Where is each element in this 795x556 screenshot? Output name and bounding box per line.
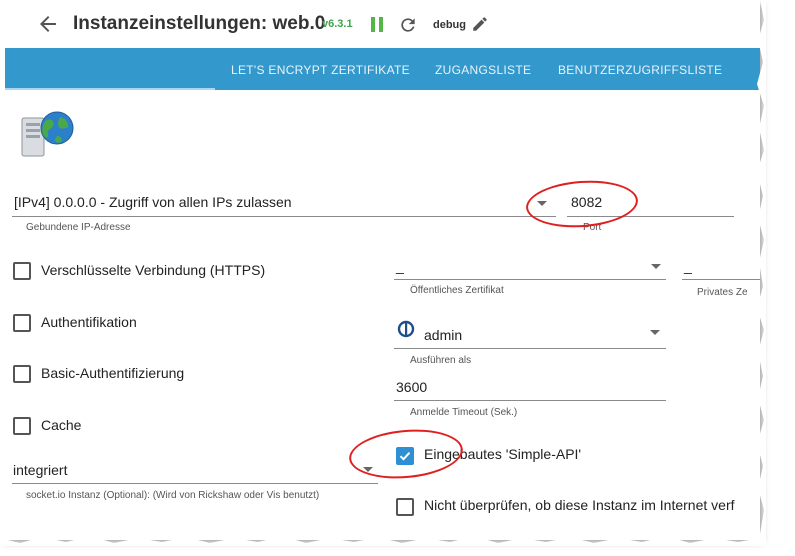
- server-globe-icon: [21, 111, 74, 157]
- timeout-label: Anmelde Timeout (Sek.): [410, 407, 518, 418]
- bind-ip-select[interactable]: [12, 216, 556, 217]
- public-cert-dropdown-icon[interactable]: [651, 264, 661, 269]
- private-cert-select[interactable]: [682, 279, 760, 280]
- auth-checkbox[interactable]: [13, 314, 31, 332]
- edit-icon[interactable]: [471, 15, 489, 33]
- page-title: Instanzeinstellungen: web.0: [73, 13, 326, 34]
- https-label: Verschlüsselte Verbindung (HTTPS): [41, 262, 266, 278]
- bind-ip-label: Gebundene IP-Adresse: [26, 222, 131, 233]
- pause-icon[interactable]: [370, 17, 384, 33]
- timeout-value: 3600: [396, 379, 428, 395]
- cache-label: Cache: [41, 417, 82, 433]
- basic-auth-checkbox[interactable]: [13, 365, 31, 383]
- active-tab-indicator: [5, 88, 215, 90]
- tab-user-access-list[interactable]: BENUTZERZUGRIFFSLISTE: [558, 63, 722, 77]
- basic-auth-label: Basic-Authentifizierung: [41, 365, 185, 381]
- no-check-label: Nicht überprüfen, ob diese Instanz im In…: [424, 497, 735, 513]
- tab-lets-encrypt[interactable]: LET'S ENCRYPT ZERTIFIKATE: [231, 63, 410, 77]
- settings-dialog: Instanzeinstellungen: web.0 v6.3.1 debug…: [0, 0, 760, 540]
- private-cert-label: Privates Ze: [697, 287, 748, 298]
- loglevel-label: debug: [433, 19, 466, 31]
- auth-label: Authentifikation: [41, 314, 137, 330]
- timeout-input[interactable]: [394, 400, 666, 401]
- socket-instance-select[interactable]: [12, 483, 378, 484]
- tab-access-list[interactable]: ZUGANGSLISTE: [435, 63, 531, 77]
- public-cert-label: Öffentliches Zertifikat: [410, 285, 504, 296]
- version-label: v6.3.1: [322, 18, 353, 30]
- private-cert-value: _: [684, 258, 692, 274]
- public-cert-select[interactable]: [394, 279, 666, 280]
- socket-instance-value: integriert: [13, 462, 68, 478]
- back-arrow-icon[interactable]: [36, 12, 60, 36]
- user-icon: [397, 320, 415, 338]
- simple-api-annotation-circle: [347, 425, 465, 483]
- public-cert-value: _: [396, 258, 404, 274]
- run-as-value: admin: [424, 327, 463, 343]
- cache-checkbox[interactable]: [13, 417, 31, 435]
- tab-bar: LET'S ENCRYPT ZERTIFIKATE ZUGANGSLISTE B…: [5, 48, 760, 90]
- run-as-select[interactable]: [394, 348, 666, 349]
- no-check-checkbox[interactable]: [396, 498, 414, 516]
- port-annotation-circle: [524, 177, 640, 231]
- https-checkbox[interactable]: [13, 262, 31, 280]
- torn-edge-bottom: [0, 536, 766, 546]
- reload-icon[interactable]: [398, 15, 418, 35]
- torn-edge-right: [757, 0, 766, 540]
- bind-ip-value: [IPv4] 0.0.0.0 - Zugriff von allen IPs z…: [14, 194, 292, 210]
- run-as-dropdown-icon[interactable]: [650, 330, 660, 335]
- header: Instanzeinstellungen: web.0 v6.3.1 debug: [0, 0, 760, 50]
- run-as-label: Ausführen als: [410, 355, 472, 366]
- socket-instance-label: socket.io Instanz (Optional): (Wird von …: [26, 490, 320, 501]
